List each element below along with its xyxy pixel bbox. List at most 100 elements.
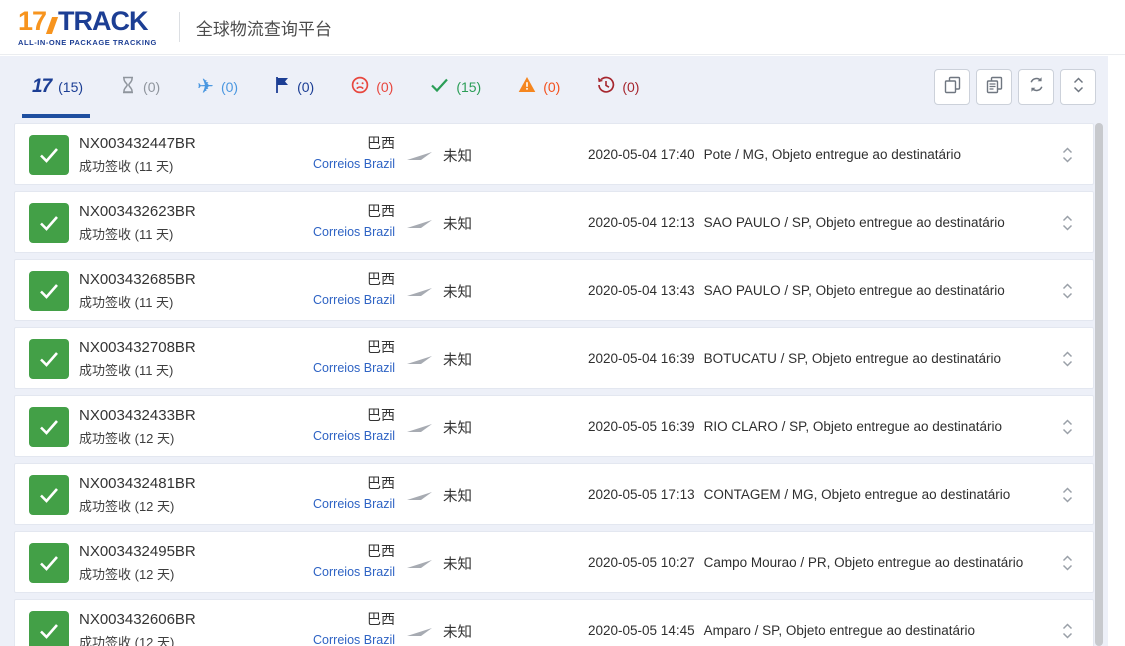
refresh-icon [1028,76,1045,98]
event-text: Campo Mourao / PR, Objeto entregue ao de… [704,555,1024,570]
event-time: 2020-05-05 10:27 [588,555,695,570]
carrier-link[interactable]: Correios Brazil [245,225,395,239]
site-title: 全球物流查询平台 [196,15,332,40]
carrier-link[interactable]: Correios Brazil [245,633,395,646]
tab-in-transit[interactable]: ✈ (0) [197,77,238,97]
carrier-link[interactable]: Correios Brazil [245,497,395,511]
tracking-info: NX003432495BR 成功签收 (12 天) [79,543,196,583]
sort-chevrons-icon [1073,77,1084,98]
carrier-link[interactable]: Correios Brazil [245,565,395,579]
expand-row-icon[interactable] [1062,555,1073,576]
tracking-number: NX003432685BR [79,271,196,288]
toggle-expand-button[interactable] [1060,69,1096,105]
latest-event: 2020-05-05 10:27 Campo Mourao / PR, Obje… [588,555,1023,570]
delivered-check-icon [29,203,69,243]
copy-content-icon [986,76,1003,99]
expand-row-icon[interactable] [1062,283,1073,304]
event-time: 2020-05-04 17:40 [588,147,695,162]
package-row[interactable]: NX003432433BR 成功签收 (12 天) 巴西 Correios Br… [14,395,1094,457]
package-row[interactable]: NX003432708BR 成功签收 (11 天) 巴西 Correios Br… [14,327,1094,389]
header-divider [179,12,180,42]
event-text: RIO CLARO / SP, Objeto entregue ao desti… [704,419,1002,434]
package-row[interactable]: NX003432447BR 成功签收 (11 天) 巴西 Correios Br… [14,123,1094,185]
carrier-block: 巴西 Correios Brazil [245,405,395,443]
destination: 未知 [443,485,472,506]
event-time: 2020-05-05 14:45 [588,623,695,638]
tracking-status: 成功签收 (12 天) [79,564,196,583]
carrier-link[interactable]: Correios Brazil [245,429,395,443]
tracking-info: NX003432481BR 成功签收 (12 天) [79,475,196,515]
refresh-button[interactable] [1018,69,1054,105]
tab-alert[interactable]: (0) [518,76,560,98]
delivered-check-icon [29,407,69,447]
carrier-link[interactable]: Correios Brazil [245,157,395,171]
copy-details-button[interactable] [976,69,1012,105]
event-time: 2020-05-05 16:39 [588,419,695,434]
tab-all-count: (15) [58,79,83,95]
tab-delivered-count: (15) [456,79,481,95]
latest-event: 2020-05-04 17:40 Pote / MG, Objeto entre… [588,147,961,162]
logo-wedge-icon [46,17,58,34]
carrier-block: 巴西 Correios Brazil [245,201,395,239]
expand-row-icon[interactable] [1062,623,1073,644]
tab-not-found[interactable]: (0) [120,76,160,99]
package-row[interactable]: NX003432623BR 成功签收 (11 天) 巴西 Correios Br… [14,191,1094,253]
filter-tabbar: 17 (15) (0) ✈ (0) (0) [0,56,1108,118]
event-text: Amparo / SP, Objeto entregue ao destinat… [704,623,975,638]
toolbar [934,69,1096,105]
expand-row-icon[interactable] [1062,419,1073,440]
tracking-status: 成功签收 (11 天) [79,156,196,175]
tracking-number: NX003432708BR [79,339,196,356]
tab-expired[interactable]: (0) [597,76,639,99]
expand-row-icon[interactable] [1062,487,1073,508]
carrier-link[interactable]: Correios Brazil [245,361,395,375]
package-row[interactable]: NX003432481BR 成功签收 (12 天) 巴西 Correios Br… [14,463,1094,525]
carrier-block: 巴西 Correios Brazil [245,269,395,307]
expand-row-icon[interactable] [1062,351,1073,372]
tracking-number: NX003432623BR [79,203,196,220]
carrier-block: 巴西 Correios Brazil [245,133,395,171]
package-row[interactable]: NX003432495BR 成功签收 (12 天) 巴西 Correios Br… [14,531,1094,593]
delivered-check-icon [29,611,69,646]
tab-undelivered[interactable]: (0) [351,76,393,99]
tracking-info: NX003432623BR 成功签收 (11 天) [79,203,196,243]
expand-row-icon[interactable] [1062,215,1073,236]
17track-icon: 17 [32,76,51,98]
origin-country: 巴西 [245,405,395,425]
latest-event: 2020-05-05 17:13 CONTAGEM / MG, Objeto e… [588,487,1010,502]
tracking-number: NX003432606BR [79,611,196,628]
active-tab-underline [22,114,90,118]
tab-all[interactable]: 17 (15) [32,76,83,98]
origin-country: 巴西 [245,609,395,629]
tracking-number: NX003432433BR [79,407,196,424]
event-time: 2020-05-05 17:13 [588,487,695,502]
tracking-status: 成功签收 (12 天) [79,496,196,515]
tab-in-transit-count: (0) [221,79,238,95]
package-row[interactable]: NX003432606BR 成功签收 (12 天) 巴西 Correios Br… [14,599,1094,646]
carrier-link[interactable]: Correios Brazil [245,293,395,307]
main-panel: 17 (15) (0) ✈ (0) (0) [0,56,1108,646]
destination: 未知 [443,145,472,166]
route-arrow-icon [407,285,433,303]
tab-expired-count: (0) [622,79,639,95]
tab-undelivered-count: (0) [376,79,393,95]
tab-pick-up[interactable]: (0) [275,76,314,98]
tracking-number: NX003432447BR [79,135,196,152]
latest-event: 2020-05-04 12:13 SAO PAULO / SP, Objeto … [588,215,1005,230]
tab-pick-up-count: (0) [297,79,314,95]
expand-row-icon[interactable] [1062,147,1073,168]
tracking-info: NX003432708BR 成功签收 (11 天) [79,339,196,379]
copy-numbers-button[interactable] [934,69,970,105]
tab-delivered[interactable]: (15) [430,77,481,98]
destination: 未知 [443,349,472,370]
tracking-info: NX003432447BR 成功签收 (11 天) [79,135,196,175]
airplane-icon: ✈ [197,77,214,97]
package-row[interactable]: NX003432685BR 成功签收 (11 天) 巴西 Correios Br… [14,259,1094,321]
logo-17-text: 17 [18,8,46,35]
logo-17track[interactable]: 17 TRACK ALL-IN-ONE PACKAGE TRACKING [18,8,157,47]
destination: 未知 [443,417,472,438]
carrier-block: 巴西 Correios Brazil [245,541,395,579]
tracking-info: NX003432433BR 成功签收 (12 天) [79,407,196,447]
scrollbar-thumb[interactable] [1095,123,1103,646]
carrier-block: 巴西 Correios Brazil [245,473,395,511]
